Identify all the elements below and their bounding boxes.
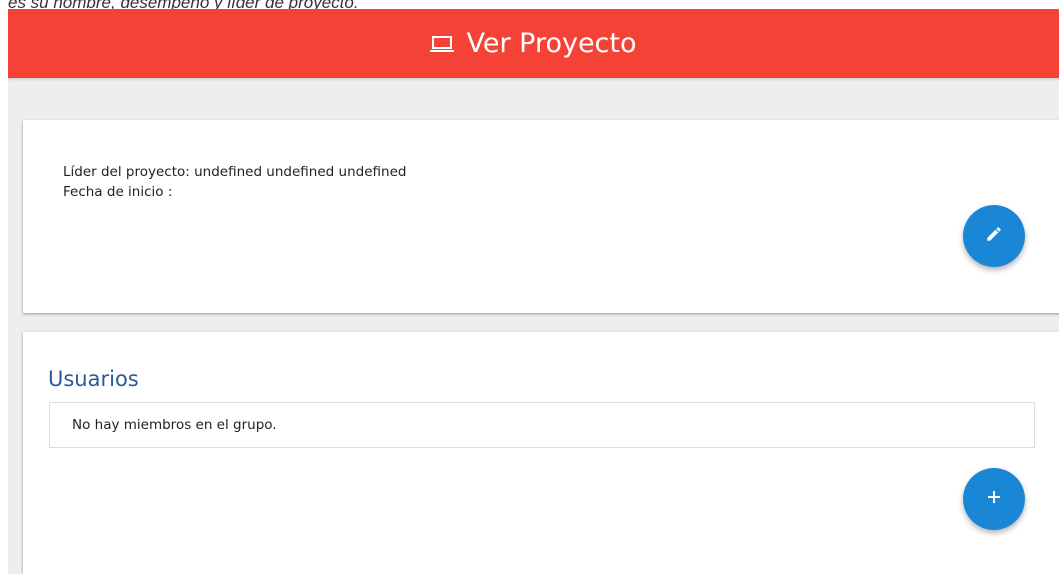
add-user-button[interactable] [963, 468, 1025, 530]
project-info-card: Líder del proyecto: undefined undefined … [23, 120, 1059, 313]
edit-project-button[interactable] [963, 205, 1025, 267]
users-list: No hay miembros en el grupo. [49, 402, 1035, 448]
app-header: Ver Proyecto [8, 9, 1059, 78]
page-title: Ver Proyecto [466, 28, 637, 59]
header-inner: Ver Proyecto [430, 28, 637, 59]
app-frame: Ver Proyecto Líder del proyecto: undefin… [8, 9, 1059, 574]
pencil-icon [985, 225, 1003, 248]
users-heading: Usuarios [48, 367, 139, 391]
laptop-icon [430, 32, 455, 56]
project-leader-text: Líder del proyecto: undefined undefined … [63, 164, 407, 180]
plus-icon [986, 489, 1002, 510]
start-date-text: Fecha de inicio : [63, 184, 173, 200]
project-info-lines: Líder del proyecto: undefined undefined … [63, 162, 406, 202]
users-card: Usuarios No hay miembros en el grupo. [23, 332, 1059, 574]
empty-members-message: No hay miembros en el grupo. [72, 417, 277, 433]
